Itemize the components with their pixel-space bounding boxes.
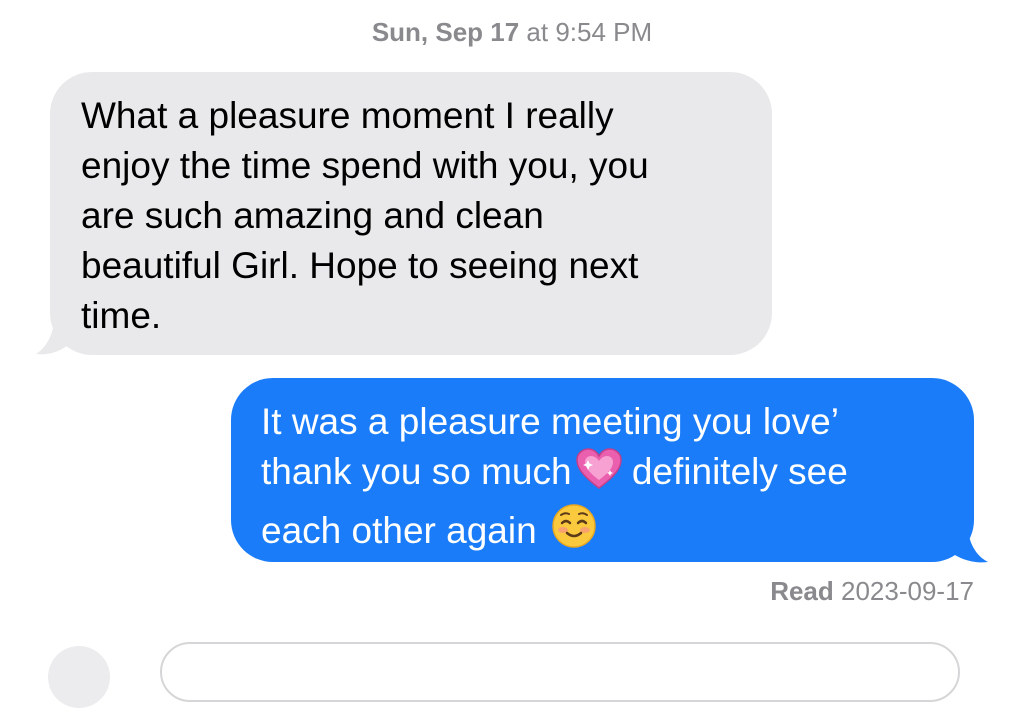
message-timestamp: Sun, Sep 17 at 9:54 PM	[0, 14, 1024, 50]
outgoing-message-bubble[interactable]: It was a pleasure meeting you love’ than…	[231, 378, 974, 562]
incoming-message-bubble[interactable]: What a pleasure moment I really enjoy th…	[50, 72, 772, 355]
read-label: Read	[770, 576, 834, 606]
timestamp-day: Sun, Sep 17	[371, 17, 520, 47]
outgoing-message-line-2a: thank you so much	[261, 451, 572, 492]
sparkling-heart-icon	[575, 448, 622, 503]
smiling-face-icon	[551, 503, 597, 562]
outgoing-message-line-1: It was a pleasure meeting you love’	[261, 401, 839, 442]
apps-plus-button[interactable]	[48, 646, 110, 708]
read-receipt: Read 2023-09-17	[770, 573, 974, 609]
message-input-field[interactable]	[160, 642, 960, 702]
outgoing-message-line-3: each other again	[261, 510, 537, 551]
outgoing-message-line-2b: definitely see	[621, 451, 848, 492]
timestamp-time: at 9:54 PM	[519, 17, 653, 47]
incoming-message-text: What a pleasure moment I really enjoy th…	[81, 95, 649, 336]
read-date: 2023-09-17	[833, 576, 974, 606]
